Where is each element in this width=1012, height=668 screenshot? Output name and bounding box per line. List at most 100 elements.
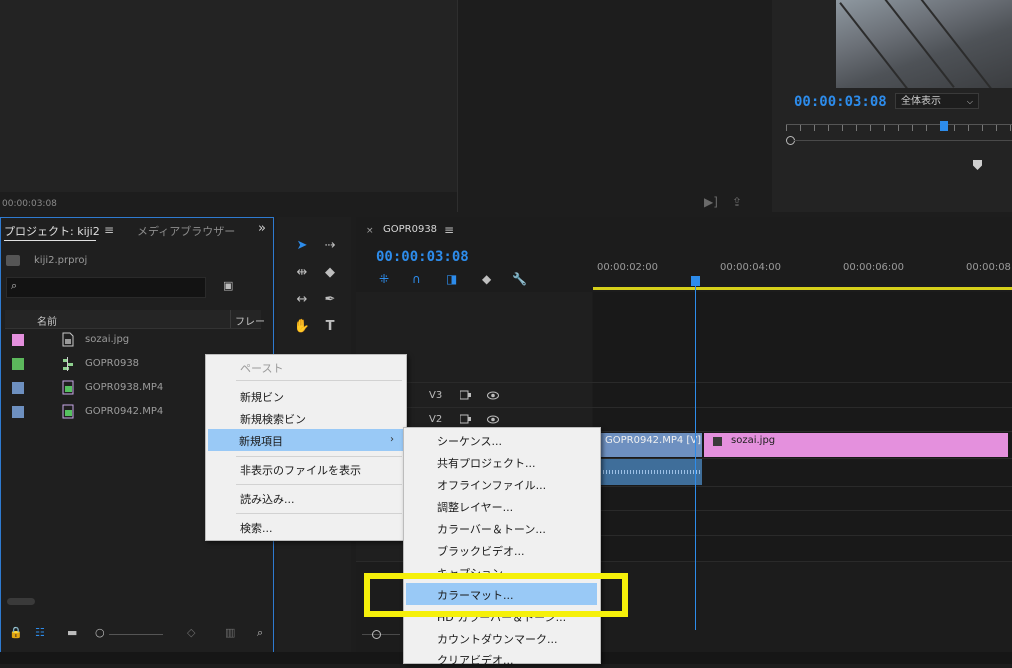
ripple-edit-tool-icon[interactable]: ⇹	[291, 263, 313, 283]
zoom-level-value: 全体表示	[901, 96, 941, 107]
zoom-slider[interactable]	[109, 634, 163, 635]
track-area[interactable]	[593, 292, 1012, 562]
zoom-slider-knob[interactable]: ○	[95, 626, 105, 639]
fx-icon	[713, 437, 722, 446]
video-clip-icon	[62, 380, 74, 395]
pen-tool-icon[interactable]: ✒	[319, 290, 341, 310]
toggle-sync-lock-icon[interactable]	[460, 390, 472, 400]
wrench-icon[interactable]: 🔧	[512, 272, 527, 286]
program-timecode[interactable]: 00:00:03:08	[794, 94, 887, 110]
track-label-v3[interactable]: V3	[429, 390, 442, 401]
tab-media-browser[interactable]: メディアブラウザー	[137, 223, 235, 239]
more-tabs-icon[interactable]: »	[258, 221, 266, 236]
toggle-sync-lock-icon[interactable]	[460, 414, 472, 424]
active-tab-underline	[4, 240, 96, 241]
submenu-item-offline-file[interactable]: オフラインファイル...	[437, 477, 546, 493]
source-insert-icon[interactable]: ▶]	[704, 195, 718, 209]
clip-label: GOPR0942.MP4 [V]	[605, 435, 702, 446]
label-color-swatch[interactable]	[12, 382, 24, 394]
lock-icon[interactable]: 🔒	[9, 626, 23, 639]
project-panel-footer: 🔒 ☷ ▬ ○ ◇ ▥ ⌕	[5, 626, 269, 644]
linked-selection-icon[interactable]: ◨	[446, 272, 457, 286]
column-divider[interactable]	[230, 310, 231, 328]
razor-tool-icon[interactable]: ◆	[319, 263, 341, 283]
submenu-item-black-video[interactable]: ブラックビデオ...	[437, 543, 525, 559]
source-timecode: 00:00:03:08	[2, 199, 57, 209]
find-icon[interactable]: ⌕	[257, 626, 263, 640]
ruler-label: 00:00:04:00	[720, 262, 782, 273]
list-view-icon[interactable]: ☷	[35, 626, 45, 639]
item-name: sozai.jpg	[85, 334, 130, 345]
chevron-right-icon: ›	[390, 434, 394, 445]
program-ruler[interactable]	[786, 124, 1012, 135]
type-tool-icon[interactable]: T	[319, 317, 341, 337]
ruler-label: 00:00:08:	[966, 262, 1012, 273]
eye-icon[interactable]	[487, 415, 499, 424]
project-folder-icon	[6, 255, 20, 266]
tab-sequence[interactable]: GOPR0938	[383, 224, 437, 235]
sequence-icon	[63, 357, 73, 371]
item-name: GOPR0938.MP4	[85, 382, 164, 393]
slip-tool-icon[interactable]: ↔	[291, 290, 313, 310]
horizontal-scrollbar[interactable]	[7, 598, 35, 605]
list-item[interactable]: sozai.jpg	[5, 329, 261, 353]
icon-view-icon[interactable]: ▬	[67, 626, 77, 639]
menu-item-new-item-label: 新規項目	[239, 435, 283, 448]
track-label-v2[interactable]: V2	[429, 414, 442, 425]
label-color-swatch[interactable]	[12, 406, 24, 418]
menu-item-new-search-bin[interactable]: 新規検索ビン	[240, 411, 306, 427]
timeline-timecode[interactable]: 00:00:03:08	[376, 249, 469, 265]
video-clip-icon	[62, 404, 74, 419]
label-color-swatch[interactable]	[12, 358, 24, 370]
zoom-scroll-track[interactable]	[362, 634, 400, 635]
search-input[interactable]	[6, 277, 206, 298]
panel-menu-icon[interactable]: ≡	[104, 223, 114, 237]
submenu-item-transparent-video[interactable]: クリアビデオ...	[437, 652, 514, 668]
program-zoom-scroll[interactable]	[786, 136, 1012, 146]
submenu-item-shared-project[interactable]: 共有プロジェクト...	[437, 455, 536, 471]
submenu-item-adjustment-layer[interactable]: 調整レイヤー...	[437, 499, 513, 515]
menu-item-paste[interactable]: ペースト	[240, 360, 283, 376]
automate-to-sequence-icon[interactable]: ▥	[225, 626, 235, 639]
zoom-scroll-knob[interactable]	[372, 630, 381, 639]
hand-tool-icon[interactable]: ✋	[291, 317, 313, 337]
highlight-annotation	[364, 573, 628, 617]
nest-icon[interactable]: ⁜	[379, 272, 389, 286]
audio-clip[interactable]	[601, 459, 702, 485]
menu-separator	[236, 513, 402, 514]
eye-icon[interactable]	[487, 391, 499, 400]
menu-item-new-bin[interactable]: 新規ビン	[240, 389, 284, 405]
label-color-swatch[interactable]	[12, 334, 24, 346]
program-playhead[interactable]	[940, 121, 948, 131]
submenu-item-countdown[interactable]: カウントダウンマーク...	[437, 631, 558, 647]
playhead-line	[695, 286, 696, 630]
add-marker-icon[interactable]: ◆	[482, 272, 491, 286]
ruler-label: 00:00:06:00	[843, 262, 905, 273]
item-name: GOPR0942.MP4	[85, 406, 164, 417]
source-export-frame-icon[interactable]: ⇪	[732, 195, 742, 209]
track-select-tool-icon[interactable]: ⇢	[319, 236, 341, 256]
sort-icon[interactable]: ◇	[187, 626, 195, 639]
zoom-level-select[interactable]: 全体表示 ⌵	[895, 93, 979, 109]
menu-item-new-item[interactable]: 新規項目	[208, 429, 405, 451]
submenu-item-sequence[interactable]: シーケンス...	[437, 433, 502, 449]
selection-tool-icon[interactable]: ➤	[291, 236, 313, 256]
column-header-frame-rate[interactable]: フレー	[235, 313, 265, 328]
new-search-bin-icon[interactable]: ▣	[223, 279, 233, 292]
playhead[interactable]	[691, 276, 700, 286]
clip-label: sozai.jpg	[731, 435, 776, 446]
image-file-icon	[62, 332, 74, 347]
menu-item-show-hidden[interactable]: 非表示のファイルを表示	[240, 462, 361, 478]
panel-menu-icon[interactable]: ≡	[444, 223, 454, 237]
submenu-item-bars-and-tone[interactable]: カラーバー＆トーン...	[437, 521, 546, 537]
source-monitor	[0, 0, 458, 192]
menu-separator	[236, 484, 402, 485]
tab-project[interactable]: プロジェクト: kiji2	[4, 223, 100, 239]
close-icon[interactable]: ×	[366, 226, 374, 236]
menu-item-find[interactable]: 検索...	[240, 520, 273, 536]
snap-icon[interactable]: ∩	[412, 272, 421, 286]
work-area-bar[interactable]	[593, 287, 1012, 290]
menu-item-import[interactable]: 読み込み...	[240, 491, 295, 507]
column-header-name[interactable]: 名前	[37, 313, 57, 328]
search-icon: ⌕	[11, 279, 18, 292]
